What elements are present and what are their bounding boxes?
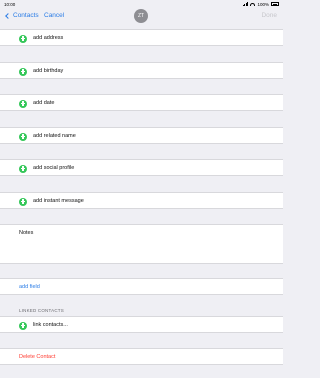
notes-label: Notes	[19, 230, 34, 236]
back-label: Contacts	[13, 12, 39, 19]
add-label: add address	[33, 34, 64, 41]
linked-contacts-header: LINKED CONTACTS	[19, 308, 64, 313]
status-time: 10:00	[4, 1, 16, 7]
add-icon[interactable]	[19, 321, 27, 330]
add-icon[interactable]	[19, 34, 27, 43]
chevron-left-icon	[5, 12, 11, 19]
add-field-button[interactable]: add field	[19, 284, 40, 290]
battery-percent: 100%	[257, 1, 269, 7]
add-related-name-row[interactable]: add related name	[0, 127, 283, 144]
nav-bar: Contacts Cancel ZT Done	[0, 8, 283, 26]
back-button[interactable]: Contacts	[5, 12, 39, 19]
add-icon[interactable]	[19, 67, 27, 76]
add-instant-message-row[interactable]: add instant message	[0, 192, 283, 209]
add-date-row[interactable]: add date	[0, 94, 283, 111]
add-field-row[interactable]: add field	[0, 278, 283, 295]
add-label: add related name	[33, 132, 76, 139]
delete-contact-row[interactable]: Delete Contact	[0, 348, 283, 365]
add-address-row[interactable]: add address	[0, 29, 283, 46]
add-birthday-row[interactable]: add birthday	[0, 62, 283, 79]
add-social-profile-row[interactable]: add social profile	[0, 159, 283, 176]
avatar[interactable]: ZT	[134, 9, 148, 23]
battery-icon	[271, 2, 279, 6]
add-label: add date	[33, 99, 55, 106]
status-right: 100%	[242, 1, 279, 7]
cancel-button[interactable]: Cancel	[44, 12, 64, 19]
delete-contact-button[interactable]: Delete Contact	[19, 354, 55, 360]
add-label: add instant message	[33, 197, 84, 204]
status-bar: 10:00 100%	[0, 0, 283, 8]
link-contacts-row[interactable]: link contacts...	[0, 316, 283, 333]
add-icon[interactable]	[19, 99, 27, 108]
cellular-signal-icon	[242, 2, 249, 6]
wifi-icon	[250, 2, 256, 6]
notes-field[interactable]: Notes	[0, 224, 283, 264]
add-label: add social profile	[33, 164, 75, 171]
done-button[interactable]: Done	[261, 12, 277, 19]
add-icon[interactable]	[19, 164, 27, 173]
add-icon[interactable]	[19, 132, 27, 141]
link-contacts-label: link contacts...	[33, 321, 68, 328]
add-label: add birthday	[33, 67, 64, 74]
add-icon[interactable]	[19, 197, 27, 206]
